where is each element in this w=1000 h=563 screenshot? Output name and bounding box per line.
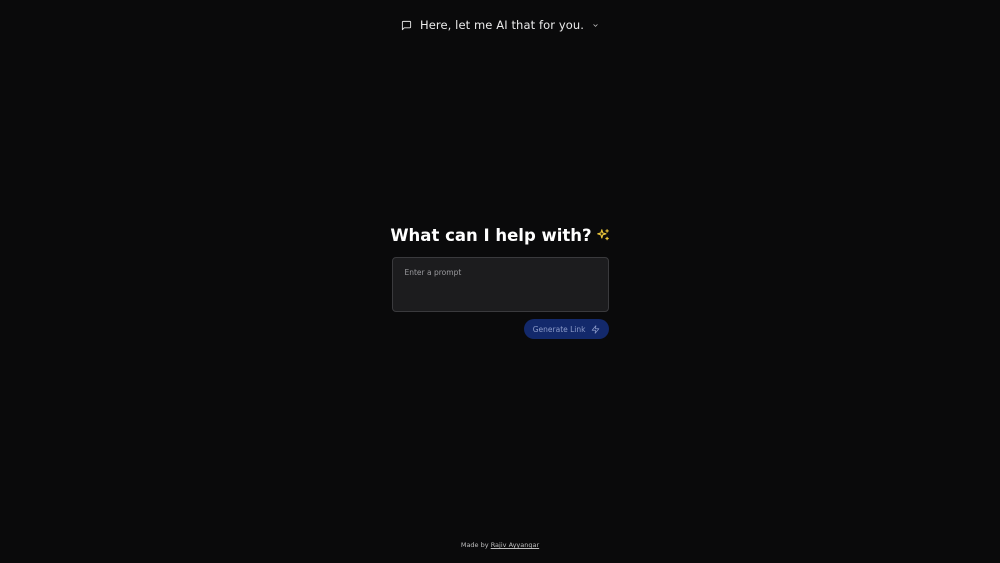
app-title-menu-button[interactable]: Here, let me AI that for you. <box>397 16 603 34</box>
footer-prefix: Made by <box>460 541 489 549</box>
header: Here, let me AI that for you. <box>0 14 1000 36</box>
author-link[interactable]: Rajiv Ayyangar <box>491 541 539 549</box>
prompt-input[interactable] <box>404 268 596 301</box>
headline-text: What can I help with? <box>390 225 592 245</box>
main-panel: What can I help with? Generate Link <box>0 224 1000 339</box>
app-title: Here, let me AI that for you. <box>419 18 585 32</box>
actions-row: Generate Link <box>392 319 609 339</box>
generate-link-button[interactable]: Generate Link <box>523 319 609 339</box>
zap-icon <box>591 324 600 334</box>
chat-bubble-icon <box>401 20 412 31</box>
headline: What can I help with? <box>390 224 609 246</box>
footer: Made by Rajiv Ayyangar <box>0 541 1000 549</box>
page: Here, let me AI that for you. What can I… <box>0 0 1000 563</box>
sparkle-icon <box>596 228 610 242</box>
generate-link-label: Generate Link <box>532 324 586 334</box>
prompt-box <box>391 257 609 312</box>
chevron-down-icon <box>592 22 599 29</box>
